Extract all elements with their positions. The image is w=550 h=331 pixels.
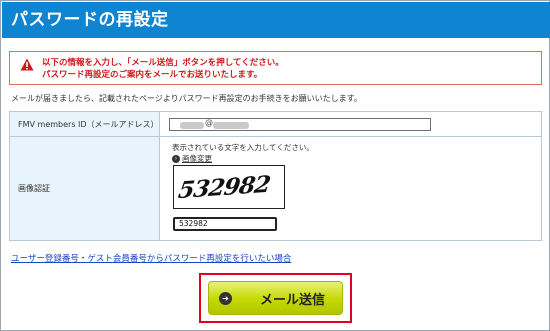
- masked-text: [213, 121, 249, 129]
- submit-highlight: ➔ メール送信: [199, 273, 352, 323]
- alert-line-2: パスワード再設定のご案内をメールでお送りいたします。: [42, 70, 263, 80]
- captcha-change-link[interactable]: › 画像変更: [172, 153, 212, 164]
- warning-icon: [20, 58, 34, 71]
- intro-text: メールが届きましたら、記載されたページよりパスワード再設定のお手続きをお願いいた…: [11, 94, 362, 103]
- alert-line-1: 以下の情報を入力し、「メール送信」ボタンを押してください。: [42, 58, 284, 68]
- email-field[interactable]: @: [169, 117, 431, 131]
- alert-box: 以下の情報を入力し、「メール送信」ボタンを押してください。 パスワード再設定のご…: [9, 51, 542, 85]
- page-title: パスワードの再設定: [2, 2, 550, 38]
- alert-text: 以下の情報を入力し、「メール送信」ボタンを押してください。 パスワード再設定のご…: [42, 57, 284, 81]
- captcha-input[interactable]: 532982: [173, 217, 277, 231]
- captcha-label: 画像認証: [9, 136, 160, 241]
- captcha-image: 532982: [173, 165, 285, 209]
- arrow-right-circle-icon: ➔: [219, 291, 232, 305]
- page-frame: パスワードの再設定 以下の情報を入力し、「メール送信」ボタンを押してください。 …: [0, 0, 550, 331]
- email-label: FMV members ID（メールアドレス）: [9, 111, 160, 137]
- captcha-hint: 表示されている文字を入力してください。: [172, 143, 314, 152]
- captcha-change-label: 画像変更: [182, 154, 212, 163]
- reset-form: FMV members ID（メールアドレス） @ 画像認証 表示されている文字…: [9, 111, 542, 241]
- send-mail-label: メール送信: [260, 292, 326, 308]
- masked-text: [180, 121, 204, 129]
- captcha-image-text: 532982: [176, 170, 272, 205]
- email-at-sign: @: [205, 117, 213, 127]
- send-mail-button[interactable]: ➔ メール送信: [208, 281, 343, 315]
- arrow-right-circle-icon: ›: [172, 154, 180, 163]
- alt-reset-link[interactable]: ユーザー登録番号・ゲスト会員番号からパスワード再設定を行いたい場合: [11, 252, 291, 264]
